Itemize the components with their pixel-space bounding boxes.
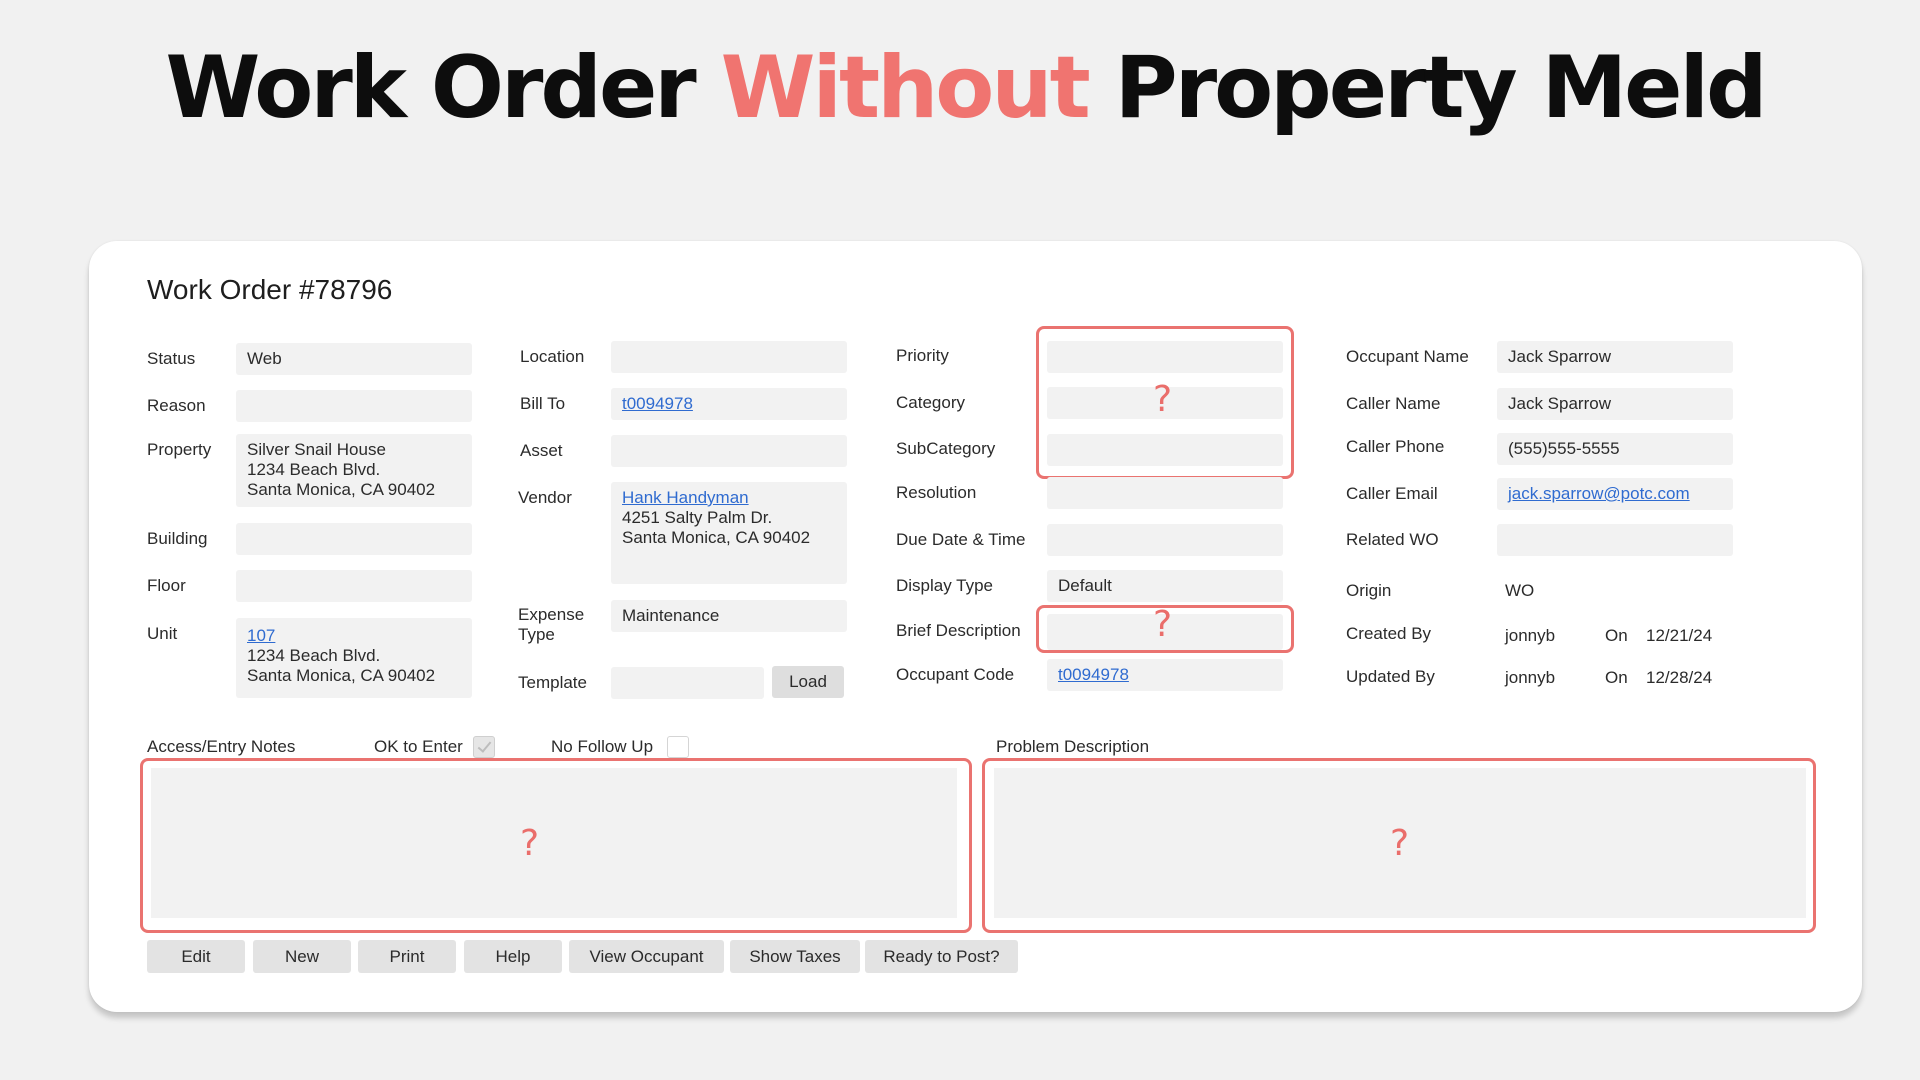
load-button[interactable]: Load [772, 666, 844, 698]
unit-link[interactable]: 107 [247, 626, 461, 646]
caller-phone-field[interactable]: (555)555-5555 [1497, 433, 1733, 465]
location-field[interactable] [611, 341, 847, 373]
occupant-name-label: Occupant Name [1346, 347, 1469, 366]
building-label: Building [147, 529, 208, 548]
updated-by-label: Updated By [1346, 667, 1435, 686]
question-mark-icon: ? [1153, 379, 1173, 420]
brief-description-label: Brief Description [896, 621, 1021, 640]
headline-part1: Work Order [165, 38, 721, 138]
unit-label: Unit [147, 624, 178, 643]
vendor-label: Vendor [518, 488, 572, 507]
updated-on-label: On [1605, 668, 1628, 687]
vendor-line: Santa Monica, CA 90402 [622, 528, 811, 547]
created-on-label: On [1605, 626, 1628, 645]
caller-name-field[interactable]: Jack Sparrow [1497, 388, 1733, 420]
question-mark-icon: ? [520, 823, 540, 864]
property-label: Property [147, 440, 212, 459]
headline: Work Order Without Property Meld [0, 38, 1920, 138]
status-label: Status [147, 349, 196, 368]
related-wo-label: Related WO [1346, 530, 1439, 549]
unit-line: 1234 Beach Blvd. [247, 646, 381, 665]
headline-accent: Without [720, 38, 1091, 138]
status-field[interactable]: Web [236, 343, 472, 375]
headline-part2: Property Meld [1087, 38, 1768, 138]
due-date-label: Due Date & Time [896, 530, 1026, 549]
updated-by-value: jonnyb [1505, 668, 1556, 687]
bill-to-field[interactable]: t0094978 [611, 388, 847, 420]
new-button[interactable]: New [253, 940, 351, 973]
vendor-field[interactable]: Hank Handyman 4251 Salty Palm Dr. Santa … [611, 482, 847, 584]
caller-email-label: Caller Email [1346, 484, 1438, 503]
related-wo-field[interactable] [1497, 524, 1733, 556]
caller-email-link[interactable]: jack.sparrow@potc.com [1508, 484, 1690, 504]
view-occupant-button[interactable]: View Occupant [569, 940, 724, 973]
asset-field[interactable] [611, 435, 847, 467]
resolution-field[interactable] [1047, 477, 1283, 509]
edit-button[interactable]: Edit [147, 940, 245, 973]
resolution-label: Resolution [896, 483, 977, 502]
template-field[interactable] [611, 667, 764, 699]
unit-field[interactable]: 107 1234 Beach Blvd. Santa Monica, CA 90… [236, 618, 472, 698]
occupant-code-field[interactable]: t0094978 [1047, 659, 1283, 691]
ok-to-enter-label: OK to Enter [374, 737, 463, 756]
expense-type-label-line: Expense [518, 605, 585, 624]
show-taxes-button[interactable]: Show Taxes [730, 940, 860, 973]
updated-on-value: 12/28/24 [1646, 668, 1713, 687]
reason-field[interactable] [236, 390, 472, 422]
reason-label: Reason [147, 396, 206, 415]
property-line: Silver Snail House [247, 440, 386, 459]
expense-type-label: Expense Type [518, 605, 584, 645]
caller-email-field[interactable]: jack.sparrow@potc.com [1497, 478, 1733, 510]
created-on-value: 12/21/24 [1646, 626, 1713, 645]
origin-label: Origin [1346, 581, 1392, 600]
template-label: Template [518, 673, 587, 692]
expense-type-field[interactable]: Maintenance [611, 600, 847, 632]
expense-type-label-line: Type [518, 625, 555, 644]
work-order-title: Work Order #78796 [147, 274, 393, 305]
property-field[interactable]: Silver Snail House 1234 Beach Blvd. Sant… [236, 434, 472, 507]
asset-label: Asset [520, 441, 563, 460]
due-date-field[interactable] [1047, 524, 1283, 556]
priority-label: Priority [896, 346, 949, 365]
occupant-code-link[interactable]: t0094978 [1058, 665, 1129, 685]
bill-to-label: Bill To [520, 394, 566, 413]
unit-line: Santa Monica, CA 90402 [247, 666, 436, 685]
created-by-label: Created By [1346, 624, 1432, 643]
ready-to-post-button[interactable]: Ready to Post? [865, 940, 1018, 973]
property-line: Santa Monica, CA 90402 [247, 480, 436, 499]
category-label: Category [896, 393, 965, 412]
property-line: 1234 Beach Blvd. [247, 460, 381, 479]
caller-name-label: Caller Name [1346, 394, 1441, 413]
occupant-code-label: Occupant Code [896, 665, 1015, 684]
question-mark-icon: ? [1390, 823, 1410, 864]
vendor-link[interactable]: Hank Handyman [622, 488, 836, 508]
question-mark-icon: ? [1153, 604, 1173, 645]
access-entry-notes-label: Access/Entry Notes [147, 737, 296, 756]
problem-description-label: Problem Description [996, 737, 1150, 756]
no-follow-up-checkbox[interactable] [667, 736, 689, 758]
caller-phone-label: Caller Phone [1346, 437, 1445, 456]
vendor-line: 4251 Salty Palm Dr. [622, 508, 773, 527]
display-type-field[interactable]: Default [1047, 570, 1283, 602]
display-type-label: Display Type [896, 576, 994, 595]
print-button[interactable]: Print [358, 940, 456, 973]
bill-to-link[interactable]: t0094978 [622, 394, 693, 414]
floor-field[interactable] [236, 570, 472, 602]
ok-to-enter-checkbox[interactable] [473, 736, 495, 758]
no-follow-up-label: No Follow Up [551, 737, 654, 756]
building-field[interactable] [236, 523, 472, 555]
help-button[interactable]: Help [464, 940, 562, 973]
subcategory-label: SubCategory [896, 439, 996, 458]
origin-value: WO [1505, 581, 1535, 600]
floor-label: Floor [147, 576, 186, 595]
location-label: Location [520, 347, 585, 366]
highlight-box-access-notes [140, 758, 972, 933]
occupant-name-field[interactable]: Jack Sparrow [1497, 341, 1733, 373]
created-by-value: jonnyb [1505, 626, 1556, 645]
